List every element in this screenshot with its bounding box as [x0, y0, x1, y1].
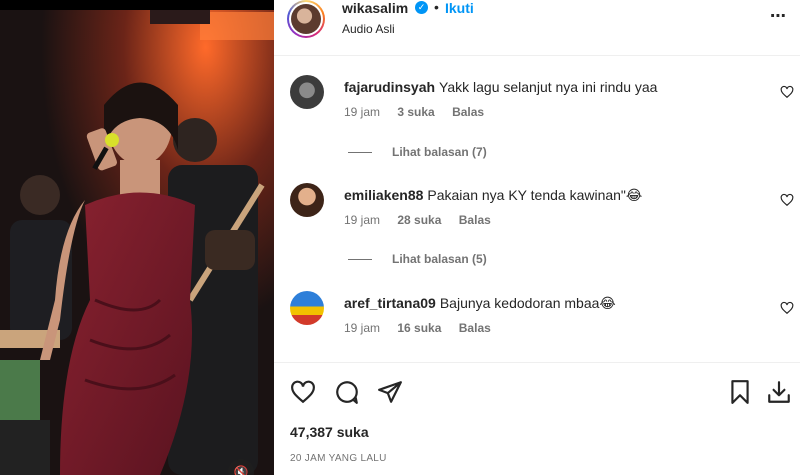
- comment-avatar[interactable]: [290, 291, 324, 325]
- comment-body: Pakaian nya KY tenda kawinan"😂: [427, 187, 643, 203]
- comment-icon[interactable]: [334, 379, 360, 405]
- comment-username[interactable]: aref_tirtana09: [344, 295, 436, 311]
- post-media[interactable]: 🔇: [0, 0, 274, 475]
- view-replies-button[interactable]: Lihat balasan (7): [348, 145, 487, 159]
- likes-count[interactable]: 47,387 suka: [290, 424, 369, 440]
- post-header: wikasalim ✓ • Ikuti Audio Asli ⋯: [274, 0, 800, 56]
- comment-time[interactable]: 19 jam: [344, 105, 380, 119]
- comment-like-heart-icon[interactable]: [780, 85, 794, 99]
- comment-likes[interactable]: 3 suka: [397, 105, 434, 119]
- comment-likes[interactable]: 28 suka: [397, 213, 441, 227]
- comment-username[interactable]: fajarudinsyah: [344, 79, 435, 95]
- comment-avatar[interactable]: [290, 75, 324, 109]
- reply-button[interactable]: Balas: [459, 213, 491, 227]
- download-icon[interactable]: [766, 379, 792, 405]
- comment-time[interactable]: 19 jam: [344, 213, 380, 227]
- replies-line: [348, 259, 372, 261]
- comment-time[interactable]: 19 jam: [344, 321, 380, 335]
- separator-dot: •: [434, 0, 439, 15]
- author-avatar[interactable]: [287, 0, 325, 38]
- comment-text: fajarudinsyah Yakk lagu selanjut nya ini …: [344, 79, 657, 95]
- comment-text: aref_tirtana09 Bajunya kedodoran mbaa😂: [344, 295, 616, 312]
- verified-badge-icon: ✓: [415, 1, 428, 14]
- view-replies-label: Lihat balasan (5): [392, 252, 487, 266]
- comment-likes[interactable]: 16 suka: [397, 321, 441, 335]
- comment-body: Bajunya kedodoran mbaa😂: [439, 295, 616, 311]
- bookmark-icon[interactable]: [727, 379, 753, 405]
- view-replies-label: Lihat balasan (7): [392, 145, 487, 159]
- reply-button[interactable]: Balas: [459, 321, 491, 335]
- heart-icon[interactable]: [290, 379, 316, 405]
- replies-line: [348, 152, 372, 154]
- follow-button[interactable]: Ikuti: [445, 0, 474, 16]
- view-replies-button[interactable]: Lihat balasan (5): [348, 252, 487, 266]
- post-actions: 47,387 suka 20 JAM YANG LALU: [274, 362, 800, 475]
- comment-meta: 19 jam 3 suka Balas: [344, 105, 498, 119]
- comment-meta: 19 jam 28 suka Balas: [344, 213, 505, 227]
- comment-like-heart-icon[interactable]: [780, 193, 794, 207]
- author-username[interactable]: wikasalim: [342, 0, 408, 16]
- comment-meta: 19 jam 16 suka Balas: [344, 321, 505, 335]
- comment-username[interactable]: emiliaken88: [344, 187, 423, 203]
- post-panel: wikasalim ✓ • Ikuti Audio Asli ⋯ fajarud…: [274, 0, 800, 475]
- more-horizontal-icon[interactable]: ⋯: [770, 6, 787, 26]
- mute-icon: 🔇: [233, 465, 249, 475]
- share-icon[interactable]: [377, 379, 403, 405]
- comment-avatar[interactable]: [290, 183, 324, 217]
- stage-photo: [0, 10, 274, 475]
- post-timestamp[interactable]: 20 JAM YANG LALU: [290, 453, 387, 464]
- audio-label[interactable]: Audio Asli: [342, 22, 395, 36]
- reply-button[interactable]: Balas: [452, 105, 484, 119]
- comment-text: emiliaken88 Pakaian nya KY tenda kawinan"…: [344, 187, 642, 204]
- comment-like-heart-icon[interactable]: [780, 301, 794, 315]
- comment-body: Yakk lagu selanjut nya ini rindu yaa: [439, 79, 658, 95]
